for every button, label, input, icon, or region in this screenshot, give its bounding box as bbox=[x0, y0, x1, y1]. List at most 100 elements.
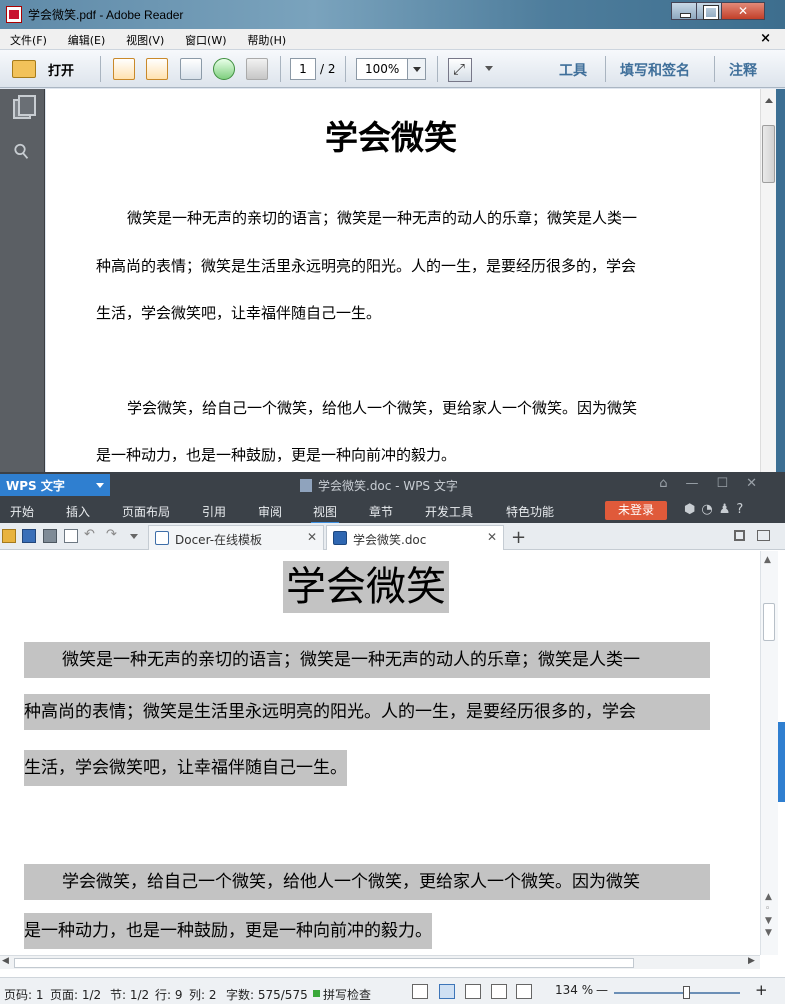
attachments-icon[interactable]: ⚲ bbox=[8, 137, 35, 165]
page-view-icon[interactable] bbox=[439, 984, 455, 999]
maximize-button[interactable] bbox=[696, 2, 722, 20]
reader-menubar: 文件(F) 编辑(E) 视图(V) 窗口(W) 帮助(H) × bbox=[0, 29, 785, 50]
print-icon[interactable] bbox=[43, 529, 57, 543]
docer-icon bbox=[155, 531, 169, 545]
save-icon[interactable] bbox=[246, 58, 268, 80]
toolbar-divider bbox=[714, 56, 715, 82]
zoom-level[interactable]: 134 % bbox=[555, 983, 593, 997]
page-thumbnails-icon[interactable] bbox=[13, 95, 36, 119]
export-pdf-icon[interactable] bbox=[146, 58, 168, 80]
print-preview-icon[interactable] bbox=[64, 529, 78, 543]
wps-app-label: WPS 文字 bbox=[6, 479, 65, 493]
selected-paragraph-line: 是一种动力，也是一种鼓励，更是一种向前冲的毅力。 bbox=[24, 913, 432, 949]
zoom-value: 100% bbox=[365, 62, 400, 76]
document-title: 学会微笑 bbox=[325, 118, 457, 157]
wps-horizontal-scrollbar[interactable]: ◀ ▶ bbox=[0, 955, 760, 969]
close-button[interactable] bbox=[721, 2, 765, 20]
tab-references[interactable]: 引用 bbox=[202, 503, 226, 520]
selected-paragraph-line: 学会微笑，给自己一个微笑，给他人一个微笑，更给家人一个微笑。因为微笑 bbox=[24, 864, 710, 900]
close-document-button[interactable]: × bbox=[760, 31, 771, 46]
tab-home[interactable]: 开始 bbox=[10, 503, 34, 520]
paragraph-line: 生活，学会微笑吧，让幸福伴随自己一生。 bbox=[96, 304, 382, 322]
spell-check-toggle[interactable]: 拼写检查 bbox=[323, 986, 371, 1003]
undo-icon[interactable]: ↶ bbox=[84, 527, 98, 542]
tab-current-document[interactable]: 学会微笑.doc ✕ bbox=[326, 525, 504, 550]
restore-window-icon[interactable] bbox=[734, 530, 745, 541]
tab-special-features[interactable]: 特色功能 bbox=[506, 503, 554, 520]
edit-pdf-icon[interactable] bbox=[180, 58, 202, 80]
menu-edit[interactable]: 编辑(E) bbox=[58, 29, 113, 48]
close-tab-icon[interactable]: ✕ bbox=[307, 530, 317, 544]
fit-page-icon[interactable] bbox=[448, 58, 472, 82]
tab-list-icon[interactable] bbox=[757, 530, 770, 541]
wps-writer-window: WPS 文字 学会微笑.doc - WPS 文字 ⌂—☐✕ 开始 插入 页面布局… bbox=[0, 472, 785, 1004]
tab-insert[interactable]: 插入 bbox=[66, 503, 90, 520]
upload-icon[interactable] bbox=[213, 58, 235, 80]
web-view-icon[interactable] bbox=[491, 984, 507, 999]
login-button[interactable]: 未登录 bbox=[605, 501, 667, 520]
chevron-down-icon[interactable] bbox=[407, 59, 425, 79]
tab-chapter[interactable]: 章节 bbox=[369, 503, 393, 520]
status-pages[interactable]: 页面: 1/2 bbox=[50, 986, 101, 1003]
open-file-icon[interactable] bbox=[2, 529, 16, 543]
minimize-button[interactable] bbox=[671, 2, 697, 20]
scroll-up-icon[interactable]: ▲ bbox=[764, 555, 771, 565]
side-panel-handle[interactable] bbox=[778, 722, 785, 802]
wps-ribbon-tabs: 开始 插入 页面布局 引用 审阅 视图 章节 开发工具 特色功能 未登录 ⬢◔♟… bbox=[0, 498, 785, 525]
quick-access-more-icon[interactable] bbox=[130, 534, 138, 543]
comment-link[interactable]: 注释 bbox=[729, 60, 757, 80]
toolbar-divider bbox=[100, 56, 101, 82]
create-pdf-icon[interactable] bbox=[113, 58, 135, 80]
tab-page-layout[interactable]: 页面布局 bbox=[122, 503, 170, 520]
menu-help[interactable]: 帮助(H) bbox=[237, 29, 293, 48]
outline-view-icon[interactable] bbox=[465, 984, 481, 999]
save-icon[interactable] bbox=[22, 529, 36, 543]
wps-statusbar: 页码: 1 页面: 1/2 节: 1/2 行: 9 列: 2 字数: 575/5… bbox=[0, 977, 785, 1004]
ribbon-utility-icons[interactable]: ⬢◔♟? bbox=[684, 502, 749, 517]
redo-icon[interactable]: ↷ bbox=[106, 527, 120, 542]
close-tab-icon[interactable]: ✕ bbox=[487, 530, 497, 544]
zoom-select[interactable]: 100% bbox=[356, 58, 426, 80]
wps-vertical-scrollbar[interactable]: ▲ ▲ ◦ ▼ ▼ bbox=[760, 551, 778, 955]
tab-view[interactable]: 视图 bbox=[310, 503, 340, 525]
new-tab-icon[interactable]: + bbox=[511, 527, 526, 548]
reader-window-controls bbox=[671, 2, 765, 20]
full-screen-view-icon[interactable] bbox=[412, 984, 428, 999]
menu-file[interactable]: 文件(F) bbox=[0, 29, 54, 48]
tools-link[interactable]: 工具 bbox=[559, 60, 587, 80]
wps-window-controls[interactable]: ⌂—☐✕ bbox=[659, 476, 775, 491]
scroll-right-icon[interactable]: ▶ bbox=[748, 956, 755, 966]
page-nav-icons[interactable]: ▲ ◦ ▼ ▼ bbox=[765, 891, 772, 939]
scrollbar-thumb[interactable] bbox=[763, 603, 775, 641]
toolbar-more-icon[interactable] bbox=[484, 62, 494, 72]
open-button[interactable]: 打开 bbox=[12, 58, 82, 80]
navigation-pane: ⚲ bbox=[0, 89, 45, 472]
tab-developer[interactable]: 开发工具 bbox=[425, 503, 473, 520]
status-row: 行: 9 bbox=[155, 988, 183, 1002]
reader-window-title: 学会微笑.pdf - Adobe Reader bbox=[28, 8, 184, 22]
scrollbar-thumb[interactable] bbox=[14, 958, 634, 968]
paragraph-line: 学会微笑，给自己一个微笑，给他人一个微笑，更给家人一个微笑。因为微笑 bbox=[127, 399, 638, 417]
reading-view-icon[interactable] bbox=[516, 984, 532, 999]
page-number-input[interactable]: 1 bbox=[290, 58, 316, 80]
tab-review[interactable]: 审阅 bbox=[258, 503, 282, 520]
wps-app-menu-button[interactable]: WPS 文字 bbox=[0, 474, 110, 496]
zoom-out-button[interactable]: — bbox=[596, 983, 608, 997]
scroll-left-icon[interactable]: ◀ bbox=[2, 956, 9, 966]
reader-vertical-scrollbar[interactable] bbox=[760, 89, 776, 472]
folder-icon bbox=[12, 60, 36, 78]
toolbar-divider bbox=[605, 56, 606, 82]
zoom-slider[interactable] bbox=[614, 992, 740, 994]
adobe-reader-icon bbox=[6, 6, 22, 23]
menu-view[interactable]: 视图(V) bbox=[116, 29, 171, 48]
tab-docer-templates[interactable]: Docer-在线模板 ✕ bbox=[148, 525, 324, 550]
wps-titlebar: WPS 文字 学会微笑.doc - WPS 文字 ⌂—☐✕ bbox=[0, 472, 785, 498]
caret-down-icon bbox=[96, 483, 104, 492]
status-word-count[interactable]: 字数: 575/575 bbox=[226, 986, 308, 1003]
zoom-in-button[interactable]: + bbox=[755, 981, 768, 999]
word-doc-icon bbox=[333, 531, 347, 545]
scrollbar-thumb[interactable] bbox=[762, 125, 775, 183]
zoom-slider-knob[interactable] bbox=[683, 986, 690, 999]
fill-sign-link[interactable]: 填写和签名 bbox=[620, 60, 690, 80]
menu-window[interactable]: 窗口(W) bbox=[175, 29, 233, 48]
